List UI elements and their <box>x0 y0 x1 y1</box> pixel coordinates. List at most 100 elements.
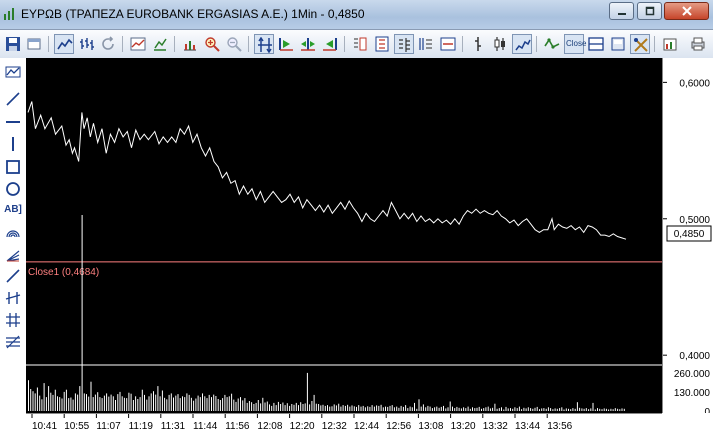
fibonacci-fan-tool[interactable] <box>3 245 23 265</box>
app-window: ΕΥΡΩΒ (ΤΡΑΠΕΖΑ EUROBANK ERGASIAS A.E.) 1… <box>0 0 713 438</box>
volume-bar <box>579 407 581 411</box>
volume-bar <box>409 406 411 411</box>
volume-bar <box>387 406 389 411</box>
grid-lines-tool[interactable] <box>3 310 23 330</box>
volume-bar <box>72 399 74 411</box>
close-window-button[interactable] <box>664 2 709 20</box>
candlestick-button[interactable] <box>490 34 510 54</box>
volume-bar <box>123 397 125 411</box>
close-price-button[interactable]: Close <box>564 34 587 54</box>
volume-bar <box>226 397 228 411</box>
volume-bar <box>391 405 393 411</box>
minimize-icon <box>617 13 626 15</box>
horizontal-line-tool[interactable] <box>3 112 23 132</box>
bar-chart-button[interactable] <box>468 34 488 54</box>
grid-button[interactable] <box>394 34 414 54</box>
trend-line-tool[interactable] <box>3 266 23 286</box>
tools-button[interactable] <box>630 34 650 54</box>
line-tool[interactable] <box>3 89 23 109</box>
volume-bar <box>541 408 543 411</box>
time-tick-label: 11:31 <box>161 421 186 432</box>
close-button-label: Close <box>566 39 587 48</box>
volume-bar <box>119 391 121 411</box>
volume-bar <box>340 406 342 411</box>
rectangle-tool[interactable] <box>3 157 23 177</box>
time-tick-label: 13:32 <box>483 421 508 432</box>
scale-button-2[interactable] <box>438 34 458 54</box>
window-button[interactable] <box>24 34 44 54</box>
vertical-arrows-icon <box>258 37 272 53</box>
zoom-out-button[interactable] <box>224 34 244 54</box>
volume-bar <box>367 406 369 411</box>
volume-bar <box>36 387 38 411</box>
price-tick-label: 0,5000 <box>679 215 710 226</box>
volume-bar <box>331 406 333 411</box>
volume-bar <box>293 404 295 411</box>
text-tool[interactable]: AB] <box>3 201 23 221</box>
volume-bar <box>244 398 246 411</box>
title-bar[interactable]: ΕΥΡΩΒ (ΤΡΑΠΕΖΑ EUROBANK ERGASIAS A.E.) 1… <box>0 0 713 30</box>
volume-bar <box>28 380 29 411</box>
volume-bar <box>219 400 221 411</box>
volume-bar <box>518 406 520 411</box>
volume-bar <box>202 393 203 411</box>
volume-bar <box>592 402 594 411</box>
volume-bar <box>623 408 625 411</box>
print-button[interactable] <box>688 34 708 54</box>
volume-bar <box>271 405 273 411</box>
volume-bar <box>88 396 90 411</box>
volume-bar <box>505 406 507 411</box>
minimize-button[interactable] <box>609 2 634 20</box>
vertical-arrows-button[interactable] <box>254 34 274 54</box>
export-button[interactable] <box>660 34 680 54</box>
line-chart-icon <box>57 38 73 50</box>
fibonacci-tool[interactable] <box>3 332 23 352</box>
refresh-button[interactable] <box>98 34 118 54</box>
chart-type-tool[interactable] <box>3 62 23 82</box>
volume-bar <box>260 403 262 411</box>
ohlc-bars-button[interactable] <box>77 34 97 54</box>
volume-bar <box>561 407 563 411</box>
price-axis[interactable]: 0,6000 0,5000 0,4000 0,4850 260.000 130.000… <box>662 58 713 418</box>
arc-tool[interactable] <box>3 223 23 243</box>
split-panel-button[interactable] <box>586 34 606 54</box>
indicator-button[interactable] <box>128 34 148 54</box>
ellipse-icon <box>6 182 20 196</box>
maximize-button[interactable] <box>637 2 662 20</box>
zoom-in-button[interactable] <box>202 34 222 54</box>
chart-area[interactable]: Close1 (0,4684) <box>26 58 662 413</box>
volume-bar <box>583 408 585 411</box>
parallel-lines-tool[interactable] <box>3 288 23 308</box>
line-chart-button[interactable] <box>54 34 74 54</box>
chart-canvas[interactable]: Close1 (0,4684) <box>26 58 662 413</box>
scroll-right-button[interactable] <box>276 34 296 54</box>
time-axis[interactable]: 10:41 10:55 11:07 11:19 11:31 11:44 11:56 12:08… <box>26 413 662 438</box>
line-button[interactable] <box>512 34 532 54</box>
drawing-tools-sidebar: AB] <box>0 58 27 438</box>
volume-bar <box>86 394 87 411</box>
save-button[interactable] <box>3 34 23 54</box>
volume-bar <box>347 404 349 411</box>
volume-bar <box>168 394 170 411</box>
scale-icon <box>154 38 167 51</box>
vertical-line-tool[interactable] <box>3 134 23 154</box>
numbers-button[interactable] <box>350 34 370 54</box>
volume-bar <box>572 408 574 411</box>
volume-button[interactable] <box>542 34 562 54</box>
add-study-button[interactable] <box>180 34 200 54</box>
ellipse-tool[interactable] <box>3 179 23 199</box>
layout-button[interactable] <box>608 34 628 54</box>
volume-bar <box>65 389 67 411</box>
percent-scale-button[interactable] <box>372 34 392 54</box>
scale-510-button[interactable] <box>416 34 436 54</box>
scroll-both-button[interactable] <box>298 34 318 54</box>
time-tick-label: 12:56 <box>386 421 411 432</box>
price-tick-label: 0,4000 <box>679 351 710 362</box>
volume-bar <box>545 408 547 411</box>
time-tick-label: 12:20 <box>290 421 315 432</box>
volume-bar <box>512 408 514 411</box>
scale-button[interactable] <box>150 34 170 54</box>
volume-bar <box>570 409 572 411</box>
scroll-left-button[interactable] <box>320 34 340 54</box>
volume-bar <box>179 398 181 411</box>
